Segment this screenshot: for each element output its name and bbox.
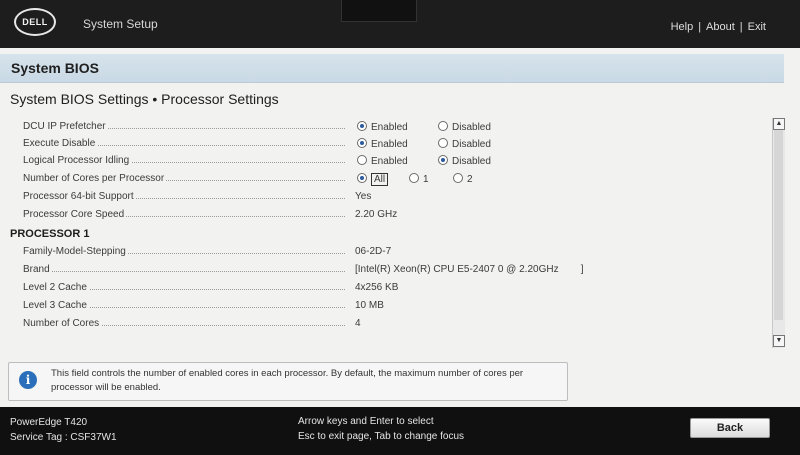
info-label: Family-Model-Stepping [23, 246, 128, 257]
info-label: Brand [23, 264, 52, 275]
setting-label: Execute Disable [23, 138, 98, 149]
radio-label: Disabled [452, 156, 491, 167]
info-value: 4 [355, 318, 361, 329]
setting-label: DCU IP Prefetcher [23, 121, 108, 132]
radio-cores-2[interactable]: 2 [453, 173, 473, 185]
radio-empty-icon [438, 121, 448, 131]
radio-selected-icon [438, 155, 448, 165]
setting-value: Yes [355, 191, 372, 202]
bezel-notch [341, 0, 417, 22]
radio-execute-enabled[interactable]: Enabled [357, 138, 408, 150]
radio-empty-icon [409, 173, 419, 183]
system-model: PowerEdge T420 [10, 417, 88, 428]
key-hint-select: Arrow keys and Enter to select [298, 416, 434, 427]
info-level3-cache: Level 3 Cache 10 MB [0, 298, 770, 314]
info-brand: Brand [Intel(R) Xeon(R) CPU E5-2407 0 @ … [0, 262, 770, 278]
setting-label: Processor Core Speed [23, 209, 127, 220]
radio-label: Enabled [371, 139, 408, 150]
service-tag: Service Tag : CSF37W1 [10, 432, 117, 443]
radio-empty-icon [438, 138, 448, 148]
setting-execute-disable: Execute Disable Enabled Disabled [0, 136, 770, 152]
radio-empty-icon [453, 173, 463, 183]
settings-scrollbar[interactable]: ▲ ▼ [772, 118, 785, 348]
radio-dcu-disabled[interactable]: Disabled [438, 121, 491, 133]
radio-label: Disabled [452, 122, 491, 133]
info-number-of-cores: Number of Cores 4 [0, 316, 770, 332]
setting-cores-per-processor: Number of Cores per Processor All 1 2 [0, 171, 770, 187]
radio-idling-enabled[interactable]: Enabled [357, 155, 408, 167]
radio-label: Enabled [371, 122, 408, 133]
info-value: 06-2D-7 [355, 246, 392, 257]
setting-core-speed: Processor Core Speed 2.20 GHz [0, 207, 770, 223]
info-label: Level 3 Cache [23, 300, 89, 311]
breadcrumb: System BIOS Settings • Processor Setting… [10, 91, 279, 107]
info-label: Level 2 Cache [23, 282, 89, 293]
header-links: Help | About | Exit [671, 21, 766, 33]
radio-execute-disabled[interactable]: Disabled [438, 138, 491, 150]
about-link[interactable]: About [706, 21, 735, 33]
top-header: DELL System Setup Help | About | Exit [0, 0, 800, 48]
info-value: 10 MB [355, 300, 384, 311]
footer: PowerEdge T420 Service Tag : CSF37W1 Arr… [0, 407, 800, 455]
link-separator: | [698, 21, 702, 33]
radio-selected-icon [357, 138, 367, 148]
info-level2-cache: Level 2 Cache 4x256 KB [0, 280, 770, 296]
scroll-thumb[interactable] [774, 130, 783, 320]
help-link[interactable]: Help [671, 21, 694, 33]
setting-64bit-support: Processor 64-bit Support Yes [0, 189, 770, 205]
help-box: i This field controls the number of enab… [8, 362, 568, 401]
radio-label-focused: All [371, 173, 389, 186]
radio-label: 1 [423, 174, 429, 185]
setting-label: Number of Cores per Processor [23, 173, 167, 184]
dell-logo: DELL [14, 8, 56, 36]
radio-label: Disabled [452, 139, 491, 150]
radio-idling-disabled[interactable]: Disabled [438, 155, 491, 167]
setting-value: 2.20 GHz [355, 209, 398, 220]
key-hint-exit: Esc to exit page, Tab to change focus [298, 431, 465, 442]
leader-dots [23, 271, 345, 272]
radio-selected-icon [357, 173, 367, 183]
radio-dcu-enabled[interactable]: Enabled [357, 121, 408, 133]
info-value: 4x256 KB [355, 282, 399, 293]
radio-label: 2 [467, 174, 473, 185]
info-label: Number of Cores [23, 318, 102, 329]
info-value: [Intel(R) Xeon(R) CPU E5-2407 0 @ 2.20GH… [355, 264, 584, 275]
scroll-up-icon[interactable]: ▲ [773, 118, 785, 130]
radio-label: Enabled [371, 156, 408, 167]
radio-empty-icon [357, 155, 367, 165]
band-title: System BIOS [11, 60, 99, 76]
setting-dcu-ip-prefetcher: DCU IP Prefetcher Enabled Disabled [0, 119, 770, 135]
radio-selected-icon [357, 121, 367, 131]
link-separator: | [739, 21, 743, 33]
back-button[interactable]: Back [690, 418, 770, 438]
info-family-model-stepping: Family-Model-Stepping 06-2D-7 [0, 244, 770, 260]
setting-label: Processor 64-bit Support [23, 191, 136, 202]
processor-section-title: PROCESSOR 1 [10, 228, 90, 240]
setting-label: Logical Processor Idling [23, 155, 132, 166]
setting-logical-processor-idling: Logical Processor Idling Enabled Disable… [0, 153, 770, 169]
main-panel: System BIOS System BIOS Settings • Proce… [0, 48, 800, 407]
app-title: System Setup [83, 17, 158, 31]
exit-link[interactable]: Exit [748, 21, 766, 33]
radio-cores-all[interactable]: All [357, 173, 389, 186]
section-band: System BIOS [0, 54, 784, 83]
info-icon: i [19, 371, 37, 389]
scroll-down-icon[interactable]: ▼ [773, 335, 785, 347]
radio-cores-1[interactable]: 1 [409, 173, 429, 185]
help-text: This field controls the number of enable… [51, 368, 524, 393]
